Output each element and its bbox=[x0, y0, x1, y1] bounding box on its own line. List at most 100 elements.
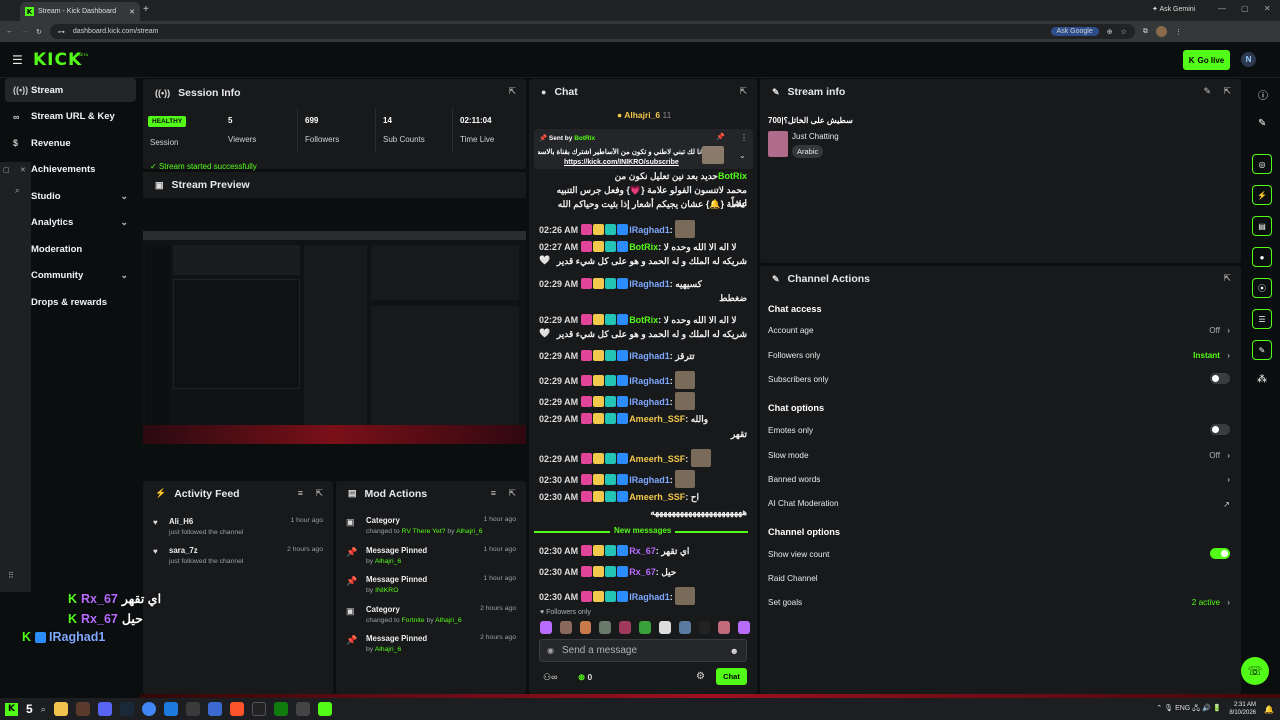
chat-message[interactable]: 02:26 AM IRaghad1: bbox=[539, 220, 747, 238]
url-field[interactable]: ⊶ dashboard.kick.com/stream Ask Google ⊕… bbox=[49, 24, 1135, 39]
setting-emotes-only[interactable]: Emotes only bbox=[768, 424, 1234, 435]
chat-users-icon[interactable]: ⚇∞ bbox=[543, 672, 557, 683]
filter-icon[interactable]: ≡ bbox=[491, 488, 496, 498]
follower-emote[interactable] bbox=[559, 621, 572, 634]
chevron-right-icon[interactable]: › bbox=[1227, 475, 1230, 484]
zoom-icon[interactable]: ⊕ bbox=[1107, 28, 1113, 36]
chat-message[interactable]: ضغطط bbox=[539, 292, 747, 305]
follower-emote[interactable] bbox=[698, 621, 711, 634]
chat-username[interactable]: IRaghad1 bbox=[629, 397, 670, 407]
chevron-right-icon[interactable]: › bbox=[1227, 326, 1230, 335]
minimize-icon[interactable]: — bbox=[1218, 4, 1226, 13]
setting-show-view-count[interactable]: Show view count bbox=[768, 548, 1234, 559]
rail-lightning-button[interactable]: ⚡ bbox=[1252, 185, 1272, 205]
support-chat-button[interactable]: ☏ bbox=[1241, 657, 1269, 685]
app2-icon[interactable] bbox=[185, 702, 200, 716]
clock[interactable]: 2:31 AM 8/10/2026 bbox=[1229, 701, 1256, 717]
chat-username[interactable]: BotRix bbox=[629, 242, 658, 252]
ask-google-button[interactable]: Ask Google bbox=[1050, 27, 1099, 36]
chevron-down-icon[interactable]: ⌄ bbox=[120, 217, 128, 228]
brave-icon[interactable] bbox=[229, 702, 244, 716]
setting-set-goals[interactable]: Set goals 2 active › bbox=[768, 598, 1234, 607]
new-messages-label[interactable]: New messages bbox=[610, 526, 676, 535]
chat-message[interactable]: 02:30 AM Rx_67: اي تقهر bbox=[539, 545, 747, 558]
mod-action-by[interactable]: Alhajri_6 bbox=[375, 646, 401, 653]
pencil-rail-icon[interactable]: ✎ bbox=[1258, 118, 1266, 129]
popout-icon[interactable]: ⇱ bbox=[508, 488, 516, 499]
sidebar-item-stream-url-key[interactable]: ∞ Stream URL & Key bbox=[5, 105, 136, 129]
chat-username[interactable]: BotRix bbox=[718, 171, 747, 181]
chat-message[interactable]: علامة {🔔} عشان يجيكم أشعار إذا بثيت وحيا… bbox=[539, 198, 747, 211]
chevron-down-icon[interactable]: ⌄ bbox=[739, 151, 746, 160]
chat-message[interactable]: BotRixحديد بعد نين تعليل نكون من bbox=[539, 170, 747, 183]
file-explorer-icon[interactable] bbox=[53, 702, 68, 716]
overlay-grid-icon[interactable]: ⠿ bbox=[8, 571, 14, 580]
emoji-icon[interactable]: ☻ bbox=[730, 646, 739, 656]
chat-username[interactable]: IRaghad1 bbox=[629, 376, 670, 386]
notification-icon[interactable]: 🔔 bbox=[1264, 705, 1274, 714]
info-icon[interactable]: ⓘ bbox=[1258, 87, 1268, 102]
gear-icon[interactable]: ⚙ bbox=[696, 671, 705, 682]
chevron-right-icon[interactable]: › bbox=[1227, 598, 1230, 607]
app3-icon[interactable] bbox=[207, 702, 222, 716]
chat-message[interactable]: شريكه له الملك و له الحمد و هو على كل شي… bbox=[539, 328, 747, 341]
chat-message[interactable]: 02:29 AM Ameerh_SSF: bbox=[539, 449, 747, 467]
browser-tab[interactable]: K Stream - Kick Dashboard ✕ bbox=[20, 2, 140, 21]
popout-icon[interactable]: ⇱ bbox=[739, 86, 747, 97]
follower-emote[interactable] bbox=[718, 621, 731, 634]
chat-message[interactable]: 02:29 AM IRaghad1: كسيهيه bbox=[539, 278, 747, 291]
system-tray[interactable]: ⌃ 🎙 ENG 🖧 🔊 🔋 bbox=[1156, 704, 1221, 715]
close-window-icon[interactable]: ✕ bbox=[1264, 4, 1271, 13]
chevron-down-icon[interactable]: ⌄ bbox=[120, 191, 128, 202]
setting-raid-channel[interactable]: Raid Channel bbox=[768, 574, 1234, 583]
chat-input[interactable]: ◉ Send a message ☻ bbox=[539, 639, 747, 662]
follower-emote[interactable] bbox=[619, 621, 632, 634]
mod-action-by[interactable]: Alhajri_6 bbox=[375, 558, 401, 565]
follower-emote[interactable] bbox=[738, 621, 750, 634]
chat-message[interactable]: 02:29 AM IRaghad1: bbox=[539, 371, 747, 389]
site-info-icon[interactable]: ⊶ bbox=[58, 28, 65, 36]
user-avatar[interactable]: N bbox=[1241, 52, 1256, 67]
category-thumbnail[interactable] bbox=[768, 131, 788, 157]
extensions-icon[interactable]: ⧉ bbox=[1143, 28, 1148, 36]
chat-username[interactable]: IRaghad1 bbox=[629, 592, 670, 602]
popout-icon[interactable]: ⇱ bbox=[1223, 273, 1231, 284]
chat-username[interactable]: IRaghad1 bbox=[629, 225, 670, 235]
toggle-switch[interactable] bbox=[1210, 373, 1230, 384]
pinned-link[interactable]: https://kick.com/INIKRO/subscribe bbox=[564, 159, 679, 166]
chat-message[interactable]: 02:30 AM IRaghad1: bbox=[539, 470, 747, 488]
stream-preview-video[interactable] bbox=[143, 231, 526, 444]
close-tab-icon[interactable]: ✕ bbox=[129, 8, 135, 16]
edge-icon[interactable] bbox=[163, 702, 178, 716]
app4-icon[interactable] bbox=[251, 702, 266, 716]
app5-icon[interactable] bbox=[295, 702, 310, 716]
pinned-message[interactable]: 📌 Sent by BotRix انا لك تبني لاطني و تكو… bbox=[534, 129, 753, 169]
setting-slow-mode[interactable]: Slow mode Off › bbox=[768, 451, 1234, 460]
chat-message[interactable]: شريكه له الملك و له الحمد و هو على كل شي… bbox=[539, 255, 747, 268]
back-icon[interactable]: ← bbox=[6, 28, 13, 35]
rail-doc-button[interactable]: ▤ bbox=[1252, 216, 1272, 236]
chrome-icon[interactable] bbox=[141, 702, 156, 716]
chat-message[interactable]: 02:29 AM IRaghad1: bbox=[539, 392, 747, 410]
hamburger-icon[interactable]: ☰ bbox=[12, 53, 23, 67]
top-gifter[interactable]: ● Alhajri_6 11 bbox=[617, 110, 671, 120]
new-tab-icon[interactable]: + bbox=[143, 4, 149, 15]
popout-icon[interactable]: ⇱ bbox=[508, 86, 516, 97]
setting-followers-only[interactable]: Followers only Instant › bbox=[768, 351, 1234, 360]
external-link-icon[interactable]: ↗ bbox=[1223, 499, 1230, 509]
toggle-switch[interactable] bbox=[1210, 424, 1230, 435]
chat-message[interactable]: 02:30 AM Rx_67: حيل bbox=[539, 566, 747, 579]
filter-icon[interactable]: ≡ bbox=[298, 488, 303, 498]
rail-list-button[interactable]: ☰ bbox=[1252, 309, 1272, 329]
chevron-right-icon[interactable]: › bbox=[1227, 351, 1230, 360]
setting-ai-chat-moderation[interactable]: AI Chat Moderation ↗ bbox=[768, 499, 1234, 509]
app-icon[interactable] bbox=[75, 702, 90, 716]
mod-action-by[interactable]: Alhajri_6 bbox=[456, 528, 482, 535]
rail-chat-button[interactable]: ● bbox=[1252, 247, 1272, 267]
chat-settings-small-icon[interactable]: ◉ bbox=[547, 646, 554, 655]
star-icon[interactable]: ☆ bbox=[1121, 28, 1127, 36]
chat-username[interactable]: Rx_67 bbox=[629, 567, 656, 577]
chat-message[interactable]: 02:29 AM Ameerh_SSF: والله bbox=[539, 413, 747, 426]
maximize-icon[interactable]: ▢ bbox=[1241, 4, 1249, 13]
chat-message[interactable]: 02:29 AM IRaghad1: تترقز bbox=[539, 350, 747, 363]
